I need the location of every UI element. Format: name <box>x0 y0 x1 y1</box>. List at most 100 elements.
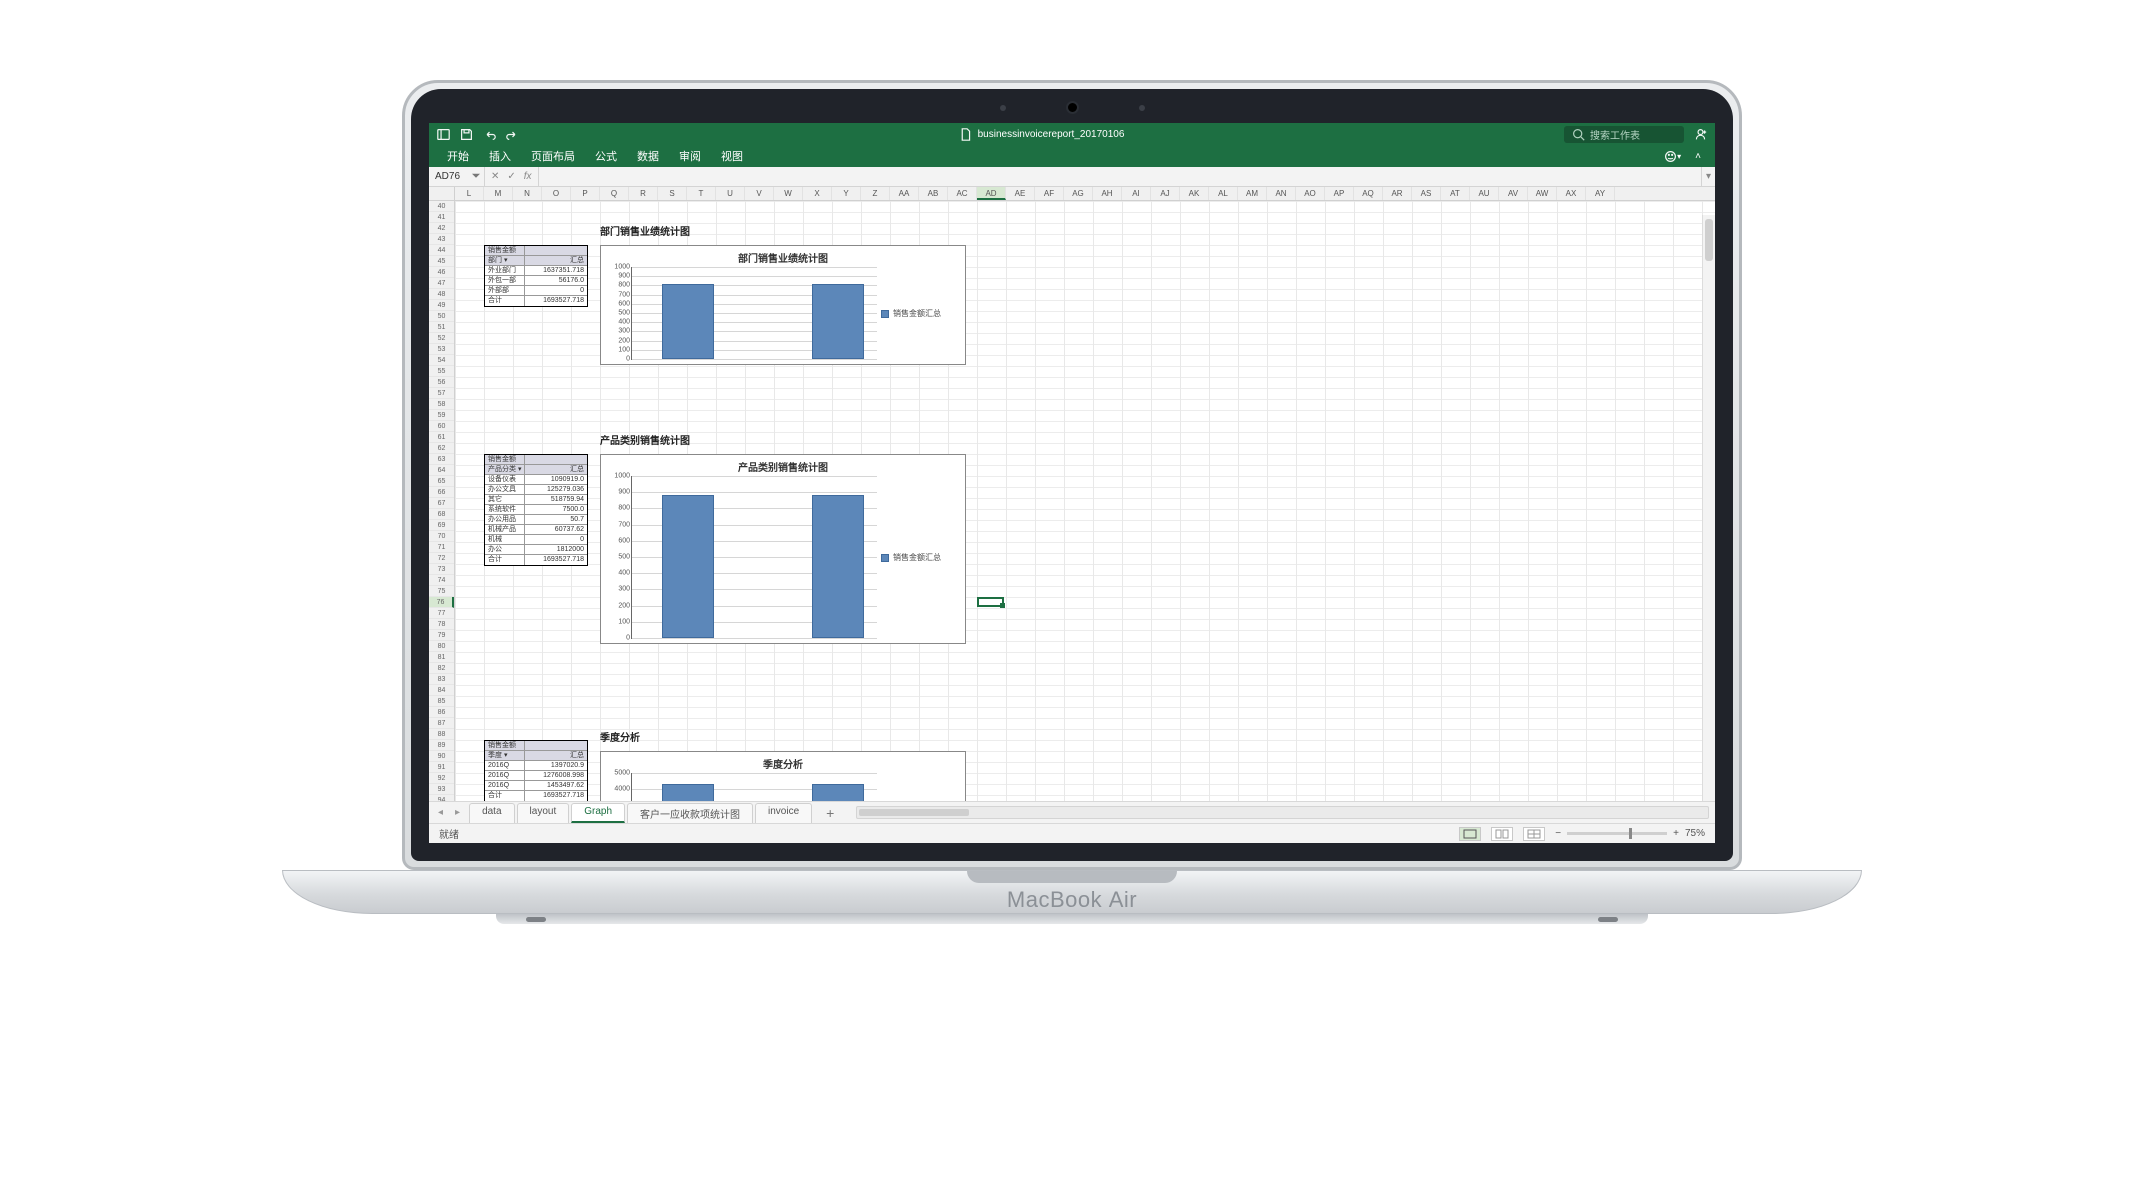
row-header[interactable]: 56 <box>429 377 454 388</box>
tab-nav-first[interactable]: ◂ <box>435 807 446 818</box>
column-header[interactable]: W <box>774 187 803 200</box>
zoom-slider[interactable] <box>1567 832 1667 835</box>
row-header[interactable]: 88 <box>429 729 454 740</box>
column-header[interactable]: AX <box>1557 187 1586 200</box>
fx-icon[interactable]: fx <box>524 171 532 182</box>
row-header[interactable]: 51 <box>429 322 454 333</box>
selected-cell[interactable] <box>977 597 1004 607</box>
row-header[interactable]: 67 <box>429 498 454 509</box>
view-page-layout-button[interactable] <box>1491 827 1513 841</box>
row-header[interactable]: 87 <box>429 718 454 729</box>
row-header[interactable]: 80 <box>429 641 454 652</box>
row-header[interactable]: 65 <box>429 476 454 487</box>
row-header[interactable]: 85 <box>429 696 454 707</box>
column-header[interactable]: AE <box>1006 187 1035 200</box>
column-header[interactable]: O <box>542 187 571 200</box>
sheet-tab[interactable]: invoice <box>755 803 812 823</box>
add-sheet-button[interactable]: + <box>818 805 842 821</box>
search-box[interactable]: 搜索工作表 <box>1564 126 1684 143</box>
view-page-break-button[interactable] <box>1523 827 1545 841</box>
row-header[interactable]: 71 <box>429 542 454 553</box>
row-header[interactable]: 58 <box>429 399 454 410</box>
ribbon-tab-0[interactable]: 开始 <box>437 145 479 167</box>
column-header[interactable]: Y <box>832 187 861 200</box>
column-header[interactable]: AV <box>1499 187 1528 200</box>
smiley-icon[interactable]: ▾ <box>1658 145 1687 167</box>
row-header[interactable]: 81 <box>429 652 454 663</box>
row-header[interactable]: 78 <box>429 619 454 630</box>
column-header[interactable]: Q <box>600 187 629 200</box>
row-header[interactable]: 72 <box>429 553 454 564</box>
column-header[interactable]: Z <box>861 187 890 200</box>
row-header[interactable]: 57 <box>429 388 454 399</box>
cancel-formula-icon[interactable]: ✕ <box>491 171 499 182</box>
column-header[interactable]: AA <box>890 187 919 200</box>
column-header[interactable]: AR <box>1383 187 1412 200</box>
scrollbar-thumb[interactable] <box>859 809 969 816</box>
ribbon-tab-2[interactable]: 页面布局 <box>521 145 585 167</box>
column-header[interactable]: AJ <box>1151 187 1180 200</box>
row-header[interactable]: 91 <box>429 762 454 773</box>
row-header[interactable]: 60 <box>429 421 454 432</box>
sheet-tab[interactable]: layout <box>517 803 570 823</box>
column-header[interactable]: AI <box>1122 187 1151 200</box>
column-header[interactable]: AD <box>977 187 1006 200</box>
zoom-level[interactable]: 75% <box>1685 828 1705 839</box>
row-header[interactable]: 53 <box>429 344 454 355</box>
row-header[interactable]: 42 <box>429 223 454 234</box>
column-headers[interactable]: LMNOPQRSTUVWXYZAAABACADAEAFAGAHAIAJAKALA… <box>429 187 1715 201</box>
column-header[interactable]: AN <box>1267 187 1296 200</box>
share-icon[interactable] <box>1694 128 1707 141</box>
row-header[interactable]: 44 <box>429 245 454 256</box>
column-header[interactable]: AK <box>1180 187 1209 200</box>
row-header[interactable]: 89 <box>429 740 454 751</box>
column-header[interactable]: AY <box>1586 187 1615 200</box>
row-header[interactable]: 50 <box>429 311 454 322</box>
row-header[interactable]: 90 <box>429 751 454 762</box>
tab-nav-prev[interactable]: ▸ <box>452 807 463 818</box>
row-header[interactable]: 69 <box>429 520 454 531</box>
horizontal-scrollbar[interactable] <box>856 806 1709 819</box>
column-header[interactable]: AU <box>1470 187 1499 200</box>
row-header[interactable]: 70 <box>429 531 454 542</box>
name-box[interactable]: AD76 <box>429 167 485 186</box>
row-header[interactable]: 43 <box>429 234 454 245</box>
column-header[interactable]: AB <box>919 187 948 200</box>
zoom-in-button[interactable]: + <box>1673 828 1679 839</box>
row-header[interactable]: 83 <box>429 674 454 685</box>
row-header[interactable]: 92 <box>429 773 454 784</box>
column-header[interactable]: M <box>484 187 513 200</box>
row-header[interactable]: 82 <box>429 663 454 674</box>
zoom-control[interactable]: − + 75% <box>1555 828 1705 839</box>
ribbon-tab-4[interactable]: 数据 <box>627 145 669 167</box>
column-header[interactable]: U <box>716 187 745 200</box>
row-header[interactable]: 61 <box>429 432 454 443</box>
column-header[interactable]: S <box>658 187 687 200</box>
row-header[interactable]: 47 <box>429 278 454 289</box>
ribbon-tab-3[interactable]: 公式 <box>585 145 627 167</box>
cell-grid[interactable]: 部门销售业绩统计图产品类别销售统计图季度分析销售金额部门 ▾汇总外业部门1637… <box>455 201 1715 801</box>
formula-input[interactable] <box>539 167 1701 186</box>
row-header[interactable]: 52 <box>429 333 454 344</box>
row-header[interactable]: 76 <box>429 597 454 608</box>
row-header[interactable]: 41 <box>429 212 454 223</box>
ribbon-tab-5[interactable]: 审阅 <box>669 145 711 167</box>
ribbon-tab-6[interactable]: 视图 <box>711 145 753 167</box>
scrollbar-thumb[interactable] <box>1705 219 1713 261</box>
row-header[interactable]: 74 <box>429 575 454 586</box>
redo-icon[interactable] <box>506 128 519 141</box>
sheet-tab[interactable]: data <box>469 803 514 823</box>
save-icon[interactable] <box>460 128 473 141</box>
column-header[interactable]: AT <box>1441 187 1470 200</box>
collapse-ribbon-icon[interactable]: ˄ <box>1689 145 1707 167</box>
row-header[interactable]: 84 <box>429 685 454 696</box>
column-header[interactable]: AF <box>1035 187 1064 200</box>
row-header[interactable]: 63 <box>429 454 454 465</box>
row-header[interactable]: 55 <box>429 366 454 377</box>
row-header[interactable]: 93 <box>429 784 454 795</box>
column-header[interactable]: AP <box>1325 187 1354 200</box>
column-header[interactable]: AW <box>1528 187 1557 200</box>
sheet-tab[interactable]: 客户一应收款项统计图 <box>627 803 753 823</box>
column-header[interactable]: R <box>629 187 658 200</box>
expand-formula-bar[interactable]: ▾ <box>1701 167 1715 186</box>
